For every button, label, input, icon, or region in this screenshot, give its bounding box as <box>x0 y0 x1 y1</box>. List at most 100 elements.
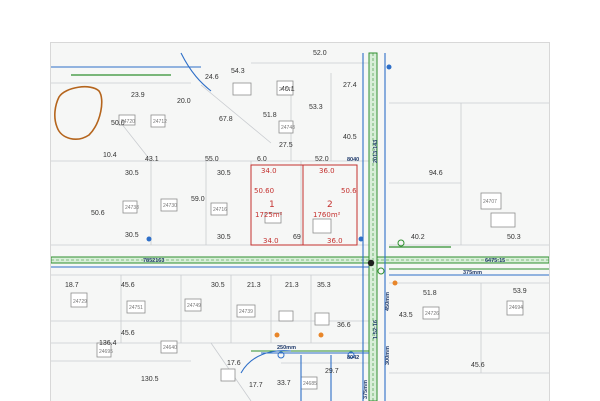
dimension-label: 51.8 <box>263 112 277 119</box>
dimension-label: 50.6 <box>91 210 105 217</box>
dimension-label: 45.6 <box>471 362 485 369</box>
dimension-label: 130.5 <box>141 376 159 383</box>
hydrant-icon[interactable] <box>146 236 152 242</box>
dimension-label: 17.7 <box>249 382 263 389</box>
dimension-label: 55.0 <box>205 156 219 163</box>
dimension-label: 33.7 <box>277 380 291 387</box>
dimension-label: 35.3 <box>317 282 331 289</box>
pipe-size-label: 250mm <box>277 345 296 351</box>
hydrant-icon[interactable] <box>318 332 324 338</box>
hydrant-icon[interactable] <box>367 259 375 267</box>
dimension-label: 30.5 <box>125 170 139 177</box>
hydrant-icon[interactable] <box>274 332 280 338</box>
dimension-label: 40.5 <box>343 134 357 141</box>
node-label: 8042 <box>347 355 359 361</box>
dimension-label: 59.0 <box>191 196 205 203</box>
dimension-label: 30.5 <box>217 234 231 241</box>
address-number: 24747 <box>279 87 293 93</box>
road-horizontal-main <box>51 256 549 264</box>
lot-front-dimension: 36.0 <box>319 167 335 175</box>
address-number: 24726 <box>425 311 439 317</box>
dimension-label: 23.9 <box>131 92 145 99</box>
screenshot-frame: 52.0 54.3 24.6 23.9 20.0 40.1 27.4 53.3 … <box>0 0 600 401</box>
address-number: 24748 <box>281 125 295 131</box>
address-number: 24694 <box>509 305 523 311</box>
dimension-label: 21.3 <box>285 282 299 289</box>
address-number: 24749 <box>187 303 201 309</box>
dimension-label: 24.6 <box>205 74 219 81</box>
subject-lot-annotations: 1 1725m² 34.0 34.0 50.60 2 1760m² 36.0 3… <box>254 167 357 245</box>
dimension-label: 45.6 <box>121 282 135 289</box>
dimension-label: 36.6 <box>337 322 351 329</box>
dimension-label: 50.3 <box>507 234 521 241</box>
road-label: 1:52:16 <box>373 320 379 339</box>
address-number: 24751 <box>129 305 143 311</box>
dimension-labels: 52.0 54.3 24.6 23.9 20.0 40.1 27.4 53.3 … <box>65 50 527 389</box>
address-number: 24685 <box>303 381 317 387</box>
dimension-label: 45.6 <box>121 330 135 337</box>
lot-number: 1 <box>269 200 275 210</box>
hydrant-icon[interactable] <box>386 64 392 70</box>
address-number: 24729 <box>73 299 87 305</box>
dimension-label: 18.7 <box>65 282 79 289</box>
pipe-size-label: 450mm <box>385 292 391 311</box>
address-number: 24707 <box>483 199 497 205</box>
dimension-label: 17.6 <box>227 360 241 367</box>
lot-front-dimension: 34.0 <box>261 167 277 175</box>
lot-area: 1760m² <box>313 211 341 219</box>
valve-icon[interactable] <box>377 267 385 275</box>
dimension-label: 67.8 <box>219 116 233 123</box>
roads <box>51 52 549 401</box>
lot-back-dimension: 34.0 <box>263 237 279 245</box>
dimension-label: 21.3 <box>247 282 261 289</box>
dimension-label: 40.2 <box>411 234 425 241</box>
dimension-label: 53.9 <box>513 288 527 295</box>
dimension-label: 51.8 <box>423 290 437 297</box>
dimension-label: 52.0 <box>313 50 327 57</box>
dimension-label: 43.5 <box>399 312 413 319</box>
dimension-label: 52.0 <box>315 156 329 163</box>
road-label: 6475:15 <box>485 258 505 264</box>
address-number: 24712 <box>153 119 167 125</box>
dimension-label: 53.3 <box>309 104 323 111</box>
lot-depth-dimension: 50.6 <box>341 187 357 195</box>
hydrant-icon[interactable] <box>358 236 364 242</box>
parcel-map[interactable]: 52.0 54.3 24.6 23.9 20.0 40.1 27.4 53.3 … <box>51 43 549 401</box>
address-number: 24730 <box>163 203 177 209</box>
subject-lot-1[interactable] <box>250 164 304 246</box>
dimension-label: 30.5 <box>211 282 225 289</box>
address-number: 24695 <box>99 349 113 355</box>
dimension-label: 6.0 <box>257 156 267 163</box>
road-label: 2013:143 <box>373 140 379 163</box>
lot-depth-dimension: 50.60 <box>254 187 274 195</box>
dimension-label: 20.0 <box>177 98 191 105</box>
address-number: 24720 <box>121 119 135 125</box>
dimension-label: 29.7 <box>325 368 339 375</box>
map-viewport[interactable]: 52.0 54.3 24.6 23.9 20.0 40.1 27.4 53.3 … <box>50 42 550 401</box>
water-pipes <box>51 52 549 401</box>
lot-area: 1725m² <box>255 211 283 219</box>
dimension-label: 136.4 <box>99 340 117 347</box>
address-number: 24716 <box>213 207 227 213</box>
dimension-label: 27.4 <box>343 82 357 89</box>
node-label: 8040 <box>347 157 359 163</box>
dimension-label: 94.6 <box>429 170 443 177</box>
dimension-label: 30.5 <box>217 170 231 177</box>
pipe-size-label: 375mm <box>463 270 482 276</box>
retention-pond <box>54 85 103 140</box>
pipe-size-label: 300mm <box>385 346 391 365</box>
pipe-size-label: 375mm <box>363 380 369 399</box>
lot-number: 2 <box>327 200 333 210</box>
lot-back-dimension: 36.0 <box>327 237 343 245</box>
road-label: 7852163 <box>143 258 164 264</box>
address-number: 24738 <box>125 205 139 211</box>
dimension-label: 10.4 <box>103 152 117 159</box>
dimension-label: 43.1 <box>145 156 159 163</box>
dimension-label: 27.5 <box>279 142 293 149</box>
dimension-label: 54.3 <box>231 68 245 75</box>
subject-parcels[interactable] <box>250 164 358 246</box>
address-number: 24640 <box>163 345 177 351</box>
address-number: 24739 <box>239 309 253 315</box>
dimension-label: 69 <box>293 234 301 241</box>
hydrant-icon[interactable] <box>392 280 398 286</box>
